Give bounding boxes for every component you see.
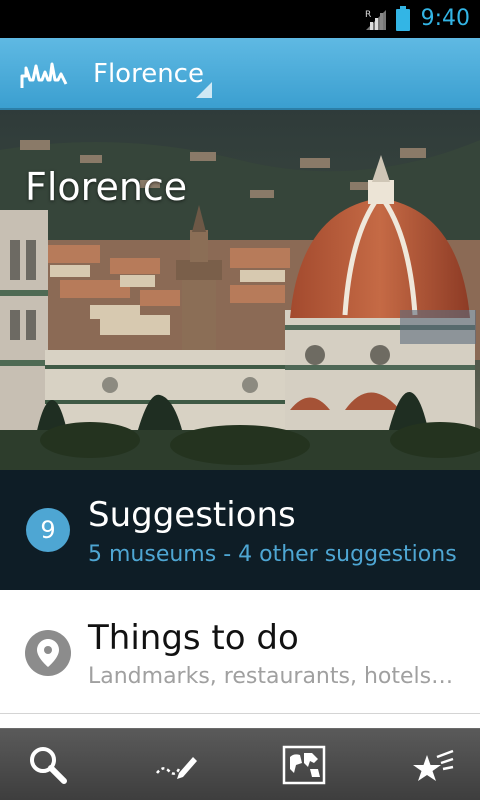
things-to-do-title: Things to do — [88, 618, 299, 658]
city-hero-image: Florence — [0, 110, 480, 470]
bottom-toolbar — [0, 728, 480, 800]
action-bar: Florence — [0, 38, 480, 110]
map-pin-icon — [25, 630, 71, 676]
dropdown-corner-icon — [196, 82, 212, 98]
search-icon[interactable] — [26, 743, 70, 787]
status-bar: R 9:40 — [0, 0, 480, 38]
suggestions-count-badge: 9 — [26, 508, 70, 552]
florence-panorama-image — [0, 110, 480, 470]
things-to-do-item[interactable]: Things to do Landmarks, restaurants, hot… — [0, 590, 480, 714]
suggestions-subtitle: 5 museums - 4 other suggestions — [88, 542, 457, 567]
suggestions-title: Suggestions — [88, 495, 296, 535]
suggestions-item[interactable]: 9 Suggestions 5 museums - 4 other sugges… — [0, 470, 480, 590]
status-clock: 9:40 — [420, 6, 470, 31]
trail-pen-icon[interactable] — [153, 743, 197, 787]
stars-icon[interactable] — [411, 743, 455, 787]
skyline-icon[interactable] — [20, 58, 68, 90]
world-map-icon[interactable] — [282, 743, 326, 787]
hero-city-title: Florence — [25, 165, 188, 209]
battery-icon — [396, 6, 410, 31]
things-to-do-subtitle: Landmarks, restaurants, hotels … — [88, 664, 458, 689]
signal-icon: R — [365, 10, 386, 30]
svg-text:R: R — [365, 10, 371, 20]
